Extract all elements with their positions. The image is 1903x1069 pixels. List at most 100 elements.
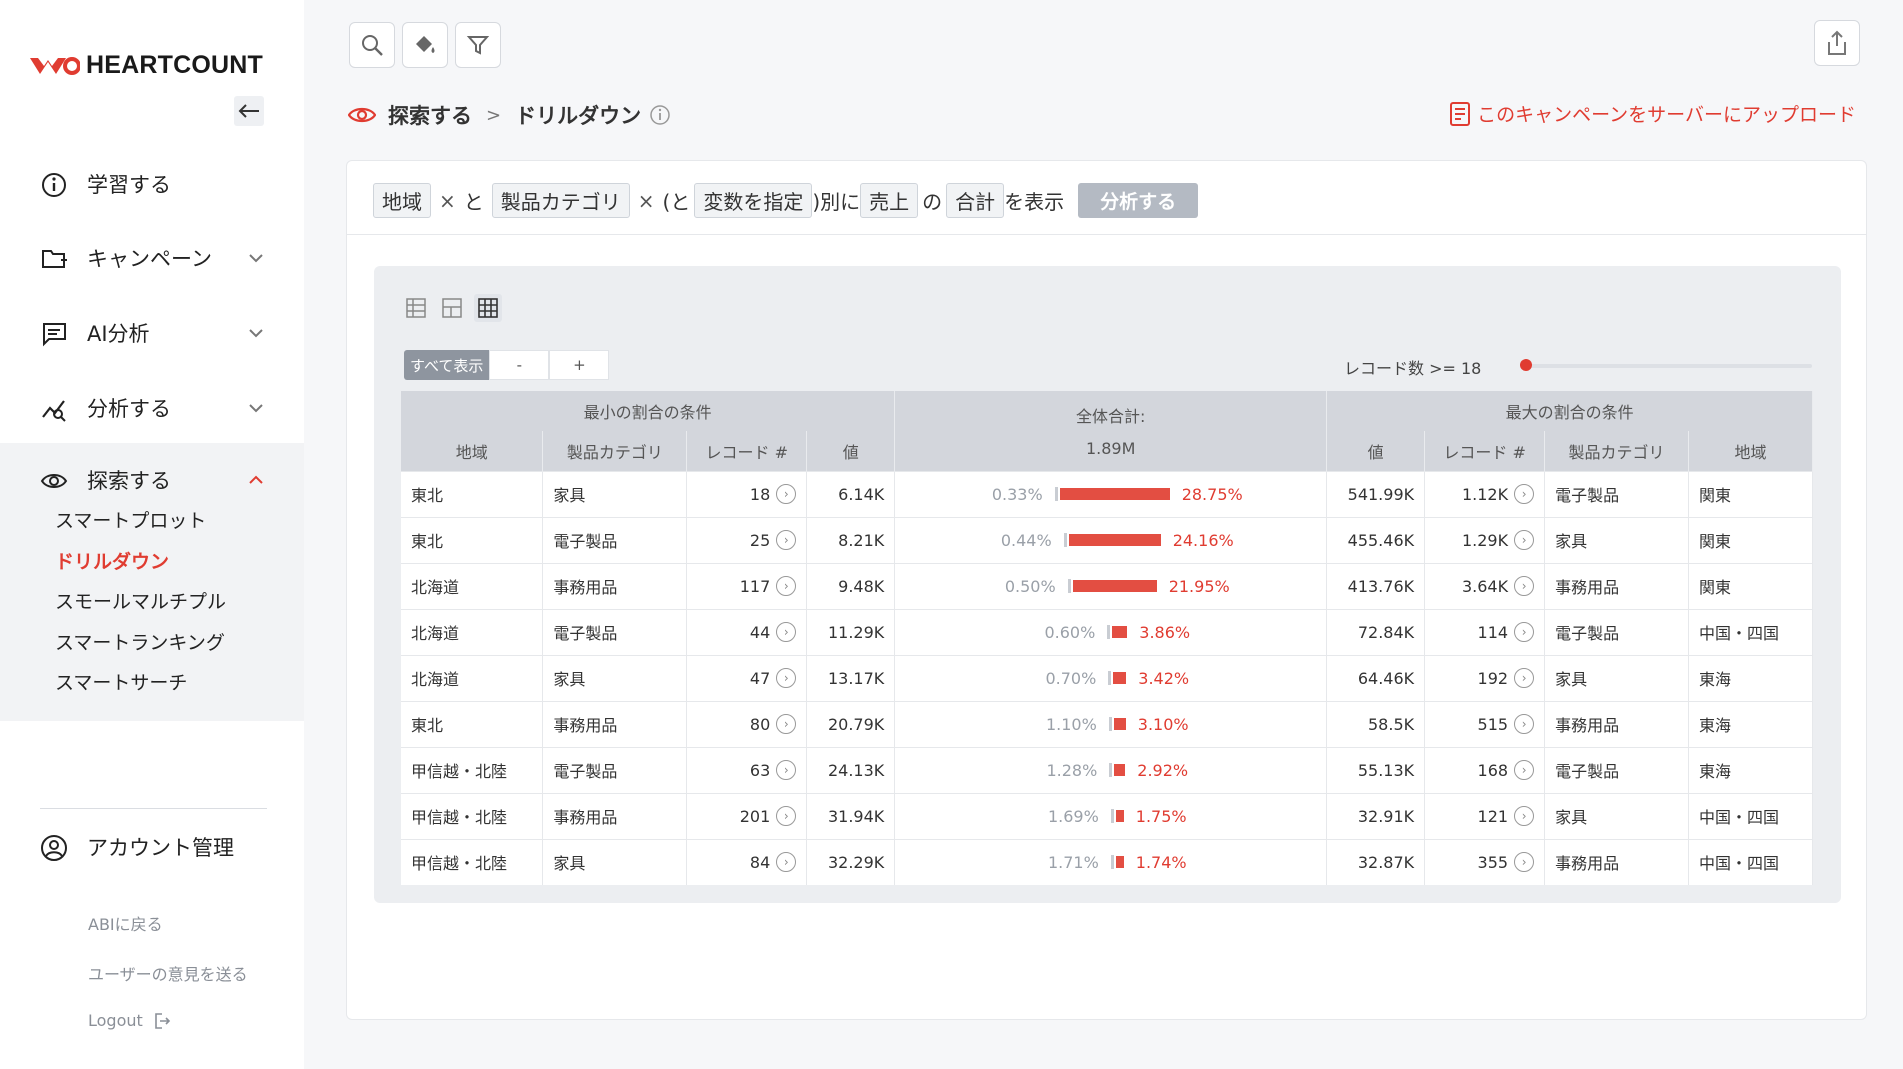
expand-button[interactable]: + xyxy=(549,350,610,380)
sidebar-item-analyze[interactable]: 分析する xyxy=(0,384,304,432)
sidebar-item-ai-analysis[interactable]: AI分析 xyxy=(0,309,304,357)
chevron-right-icon[interactable]: › xyxy=(776,714,797,734)
filter-icon xyxy=(466,36,490,55)
chevron-right-icon[interactable]: › xyxy=(776,622,797,642)
chevron-right-icon[interactable]: › xyxy=(776,806,797,826)
query-text: )別に xyxy=(812,190,861,214)
chevron-right-icon[interactable]: › xyxy=(1514,484,1535,504)
sidebar-item-account[interactable]: アカウント管理 xyxy=(0,823,304,871)
aggregation-chip[interactable]: 合計 xyxy=(946,183,1005,218)
chevron-right-icon[interactable]: › xyxy=(776,668,797,688)
record-slider-handle[interactable] xyxy=(1520,359,1532,371)
record-count: 18 xyxy=(749,484,771,504)
logout-link[interactable]: Logout xyxy=(88,1011,171,1030)
cell-value-max: 541.99K xyxy=(1326,470,1426,517)
dimension-chip-category[interactable]: 製品カテゴリ xyxy=(491,183,630,218)
back-to-abi-link[interactable]: ABIに戻る xyxy=(88,911,163,935)
query-builder: 地域 × と 製品カテゴリ × (と 変数を指定 )別に 売上 の 合計 を表示… xyxy=(373,183,1199,218)
remove-icon[interactable]: × xyxy=(638,189,655,213)
chevron-right-icon[interactable]: › xyxy=(1514,806,1535,826)
chevron-right-icon[interactable]: › xyxy=(1514,668,1535,688)
record-slider-track[interactable] xyxy=(1526,364,1812,368)
sidebar-item-learn[interactable]: 学習する xyxy=(0,160,304,208)
logo[interactable]: HEARTCOUNT xyxy=(28,50,263,80)
sidebar-item-explore[interactable]: 探索する xyxy=(0,456,304,504)
remove-icon[interactable]: × xyxy=(439,189,456,213)
record-count: 114 xyxy=(1477,622,1509,642)
chevron-up-icon xyxy=(249,475,263,484)
col-header[interactable]: 地域 xyxy=(401,431,544,471)
share-button[interactable] xyxy=(1814,20,1860,66)
col-header[interactable]: レコード # xyxy=(686,431,808,471)
chevron-right-icon[interactable]: › xyxy=(776,852,797,873)
filter-button[interactable] xyxy=(455,22,501,68)
paint-bucket-button[interactable] xyxy=(402,22,448,68)
search-button[interactable] xyxy=(349,22,395,68)
col-header[interactable]: 製品カテゴリ xyxy=(542,431,688,471)
chevron-right-icon[interactable]: › xyxy=(1514,622,1535,642)
table-row[interactable]: 東北 家具 18 › 6.14K 0.33% 28.75% 541.99K 1.12K › 電子製品… xyxy=(401,470,1813,517)
chevron-right-icon[interactable]: › xyxy=(1514,576,1535,596)
col-header[interactable]: 地域 xyxy=(1688,431,1813,471)
cell-value-max: 413.76K xyxy=(1326,562,1426,609)
cell-share-bar: 0.70% 3.42% xyxy=(894,654,1328,701)
variable-selector[interactable]: 変数を指定 xyxy=(694,183,813,218)
pivot-view-button[interactable] xyxy=(438,294,466,322)
breadcrumb-section[interactable]: 探索する xyxy=(388,100,472,130)
chevron-right-icon[interactable]: › xyxy=(776,760,797,780)
info-icon[interactable] xyxy=(649,104,671,126)
query-text: の xyxy=(922,190,943,214)
cell-region-min: 甲信越・北陸 xyxy=(401,746,544,793)
table-row[interactable]: 北海道 家具 47 › 13.17K 0.70% 3.42% 64.46K 192 › 家具 東海 xyxy=(401,654,1813,701)
cell-records-min: 80 › xyxy=(686,700,808,747)
chevron-right-icon[interactable]: › xyxy=(1514,530,1535,550)
query-bar: 地域 × と 製品カテゴリ × (と 変数を指定 )別に 売上 の 合計 を表示… xyxy=(347,161,1866,235)
table-row[interactable]: 甲信越・北陸 電子製品 63 › 24.13K 1.28% 2.92% 55.13K 168 › 電… xyxy=(401,746,1813,793)
col-header[interactable]: 値 xyxy=(1326,431,1426,471)
cell-value-min: 6.14K xyxy=(806,470,896,517)
share-bar xyxy=(1115,810,1124,822)
chevron-right-icon[interactable]: › xyxy=(1514,760,1535,780)
show-all-button[interactable]: すべて表示 xyxy=(404,350,490,380)
table-row[interactable]: 甲信越・北陸 家具 84 › 32.29K 1.71% 1.74% 32.87K 355 › 事務用… xyxy=(401,838,1813,885)
dimension-chip-region[interactable]: 地域 xyxy=(373,183,431,218)
share-bar xyxy=(1112,626,1128,638)
upload-campaign-link[interactable]: このキャンペーンをサーバーにアップロード xyxy=(1449,100,1856,127)
sidebar-item-label: 分析する xyxy=(87,397,171,421)
collapse-sidebar-button[interactable] xyxy=(234,96,264,126)
sidebar-sub-small-multiple[interactable]: スモールマルチプル xyxy=(55,587,226,614)
folder-plus-icon xyxy=(42,250,67,268)
measure-chip[interactable]: 売上 xyxy=(860,183,919,218)
sidebar-sub-smart-ranking[interactable]: スマートランキング xyxy=(55,628,225,655)
sidebar-item-campaign[interactable]: キャンペーン xyxy=(0,234,304,282)
chevron-right-icon[interactable]: › xyxy=(1514,714,1535,734)
drilldown-view-button[interactable] xyxy=(474,294,502,322)
cell-category-min: 家具 xyxy=(542,838,688,885)
table-row[interactable]: 東北 電子製品 25 › 8.21K 0.44% 24.16% 455.46K 1.29K › 家具… xyxy=(401,516,1813,563)
sidebar-sub-drilldown[interactable]: ドリルダウン xyxy=(55,547,169,574)
table-row[interactable]: 甲信越・北陸 事務用品 201 › 31.94K 1.69% 1.75% 32.91K 121 ›… xyxy=(401,792,1813,839)
cell-records-max: 114 › xyxy=(1424,608,1546,655)
cell-region-min: 甲信越・北陸 xyxy=(401,792,544,839)
col-header[interactable]: 製品カテゴリ xyxy=(1544,431,1689,471)
table-row[interactable]: 北海道 事務用品 117 › 9.48K 0.50% 21.95% 413.76K 3.64K ›… xyxy=(401,562,1813,609)
sidebar-sub-smart-search[interactable]: スマートサーチ xyxy=(55,668,187,695)
chevron-right-icon[interactable]: › xyxy=(776,484,797,504)
col-header[interactable]: レコード # xyxy=(1424,431,1546,471)
analyze-button[interactable]: 分析する xyxy=(1078,183,1199,218)
collapse-button[interactable]: - xyxy=(489,350,550,380)
record-count: 1.29K xyxy=(1461,530,1509,550)
sidebar-sub-smart-plot[interactable]: スマートプロット xyxy=(55,506,206,533)
chevron-right-icon[interactable]: › xyxy=(776,576,797,596)
share-bar xyxy=(1115,856,1124,869)
query-text: (と xyxy=(662,190,691,214)
chevron-right-icon[interactable]: › xyxy=(1514,852,1535,873)
chevron-right-icon[interactable]: › xyxy=(776,530,797,550)
feedback-link[interactable]: ユーザーの意見を送る xyxy=(88,961,248,985)
table-view-button[interactable] xyxy=(402,294,430,322)
table-row[interactable]: 東北 事務用品 80 › 20.79K 1.10% 3.10% 58.5K 515 › 事務用品 東海 xyxy=(401,700,1813,747)
cell-records-min: 84 › xyxy=(686,838,808,885)
col-header[interactable]: 値 xyxy=(806,431,896,471)
table-row[interactable]: 北海道 電子製品 44 › 11.29K 0.60% 3.86% 72.84K 114 › 電子製品… xyxy=(401,608,1813,655)
cell-share-bar: 0.33% 28.75% xyxy=(894,470,1328,517)
